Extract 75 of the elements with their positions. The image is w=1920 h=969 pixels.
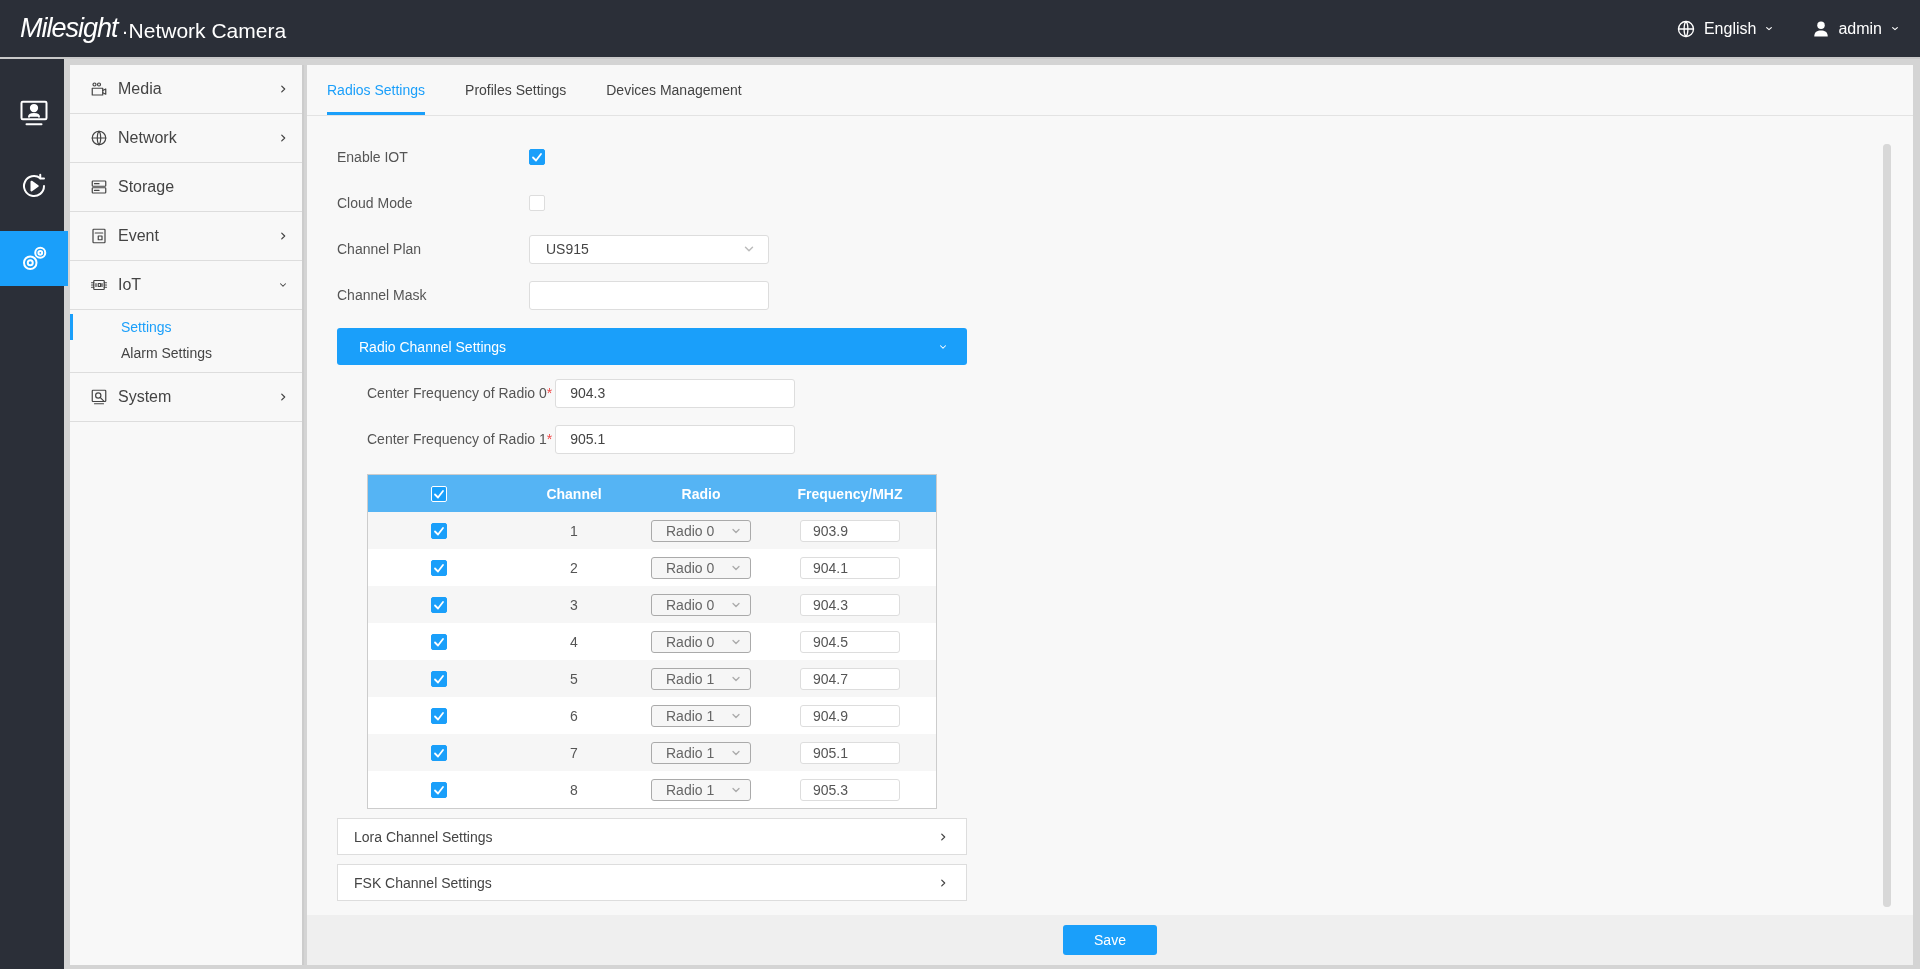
checkbox[interactable] [431,559,447,576]
sidebar-item[interactable]: System [70,373,302,422]
camera-icon [90,80,108,98]
checkbox[interactable] [529,149,545,165]
frequency-field[interactable]: 904.5 [800,630,900,653]
user-icon [1812,19,1831,38]
input-field[interactable] [529,280,769,310]
caret-icon [1764,24,1775,33]
table-cell: 5 [570,670,578,687]
radio-dropdown[interactable]: Radio 1 [651,704,751,727]
sidebar-subitem[interactable]: Alarm Settings [70,340,302,366]
radio-dropdown[interactable]: Radio 1 [651,667,751,690]
product-title: ·Network Camera [121,18,287,43]
language-menu[interactable]: English [1675,18,1775,39]
table-cell: 7 [570,744,578,761]
radio-dropdown[interactable]: Radio 1 [651,741,751,764]
section-header[interactable]: FSK Channel Settings [337,864,967,901]
logo: Milesight [20,13,118,44]
checkbox[interactable] [431,633,447,650]
column-header: Frequency/MHZ [797,485,903,502]
event-icon [90,227,108,245]
caret-icon [1890,24,1900,33]
table-cell: 2 [570,559,578,576]
radio-dropdown[interactable]: Radio 0 [651,556,751,579]
globe-icon [90,129,108,147]
checkbox[interactable] [431,522,447,539]
frequency-field[interactable]: 904.9 [800,704,900,727]
radio-dropdown[interactable]: Radio 0 [651,519,751,542]
field-label: Channel Mask [337,287,428,303]
field-label: Center Frequency of Radio 0 [367,385,547,401]
user-menu[interactable]: admin [1812,19,1900,38]
frequency-field[interactable]: 903.9 [800,519,900,542]
radio-dropdown[interactable]: Radio 0 [651,593,751,616]
storage-icon [90,178,108,196]
required-mark: * [546,385,553,401]
radio-dropdown[interactable]: Radio 0 [651,630,751,653]
frequency-field[interactable]: 904.3 [800,593,900,616]
table-cell: 1 [570,522,578,539]
field-label: Channel Plan [337,241,423,257]
checkbox[interactable] [431,744,447,761]
globe-icon [1675,18,1696,39]
required-mark: * [546,431,553,447]
field-label: Cloud Mode [337,195,414,211]
sidebar-item[interactable]: Media [70,65,302,114]
frequency-field[interactable]: 904.7 [800,667,900,690]
section-header[interactable]: Lora Channel Settings [337,818,967,855]
radio-dropdown[interactable]: Radio 1 [651,778,751,801]
table-cell: 8 [570,781,578,798]
table-cell: 4 [570,633,578,650]
user-name: admin [1838,19,1882,38]
language-label: English [1703,19,1757,38]
table-cell: 3 [570,596,578,613]
input-field[interactable]: 905.1 [555,424,796,454]
sidebar-item[interactable]: Storage [70,163,302,212]
field-label: Center Frequency of Radio 1 [367,431,547,447]
table-cell: 6 [570,707,578,724]
column-header: Channel [546,485,602,502]
field-label: Enable IOT [337,149,409,165]
frequency-field[interactable]: 905.3 [800,778,900,801]
checkbox[interactable] [431,707,447,724]
checkbox[interactable] [431,781,447,798]
checkbox[interactable] [431,670,447,687]
sidebar-item[interactable]: Event [70,212,302,261]
frequency-field[interactable]: 904.1 [800,556,900,579]
input-field[interactable]: 904.3 [555,378,796,408]
system-icon [90,388,108,406]
sidebar-item[interactable]: IoT [70,261,302,310]
checkbox[interactable] [431,596,447,613]
tab[interactable]: Devices Management [606,65,742,115]
column-header: Radio [681,485,721,502]
dropdown[interactable]: US915 [529,234,769,264]
tab[interactable]: Profiles Settings [465,65,567,115]
sidebar-item[interactable]: Network [70,114,302,163]
frequency-field[interactable]: 905.1 [800,741,900,764]
scrollbar[interactable] [1883,144,1891,907]
